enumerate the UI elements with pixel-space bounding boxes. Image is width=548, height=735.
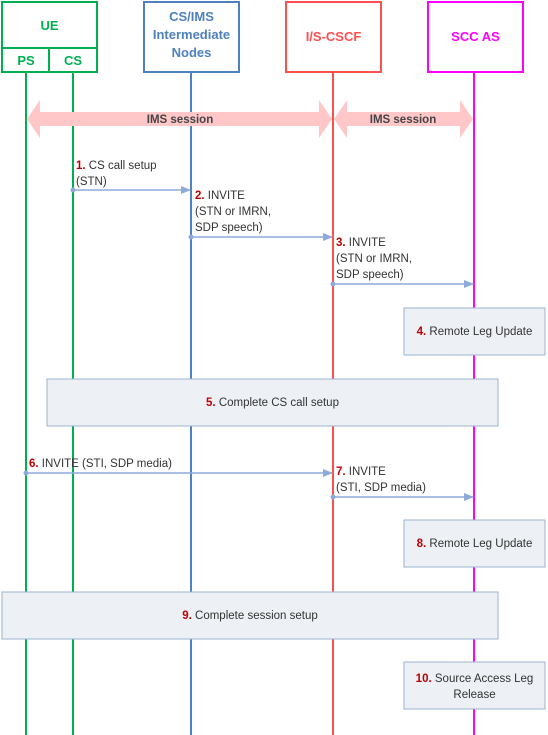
intermediate-label-2: Intermediate bbox=[153, 27, 230, 42]
process-box-step-4: 4. Remote Leg Update bbox=[403, 307, 546, 356]
step-2-line-3: SDP speech) bbox=[195, 222, 263, 234]
message-step-3: 3. INVITE (STN or IMRN, SDP speech) bbox=[330, 237, 474, 288]
step-6-number: 6. bbox=[29, 458, 39, 470]
message-step-7: 7. INVITE (STI, SDP media) bbox=[330, 466, 474, 501]
step-3-line-3: SDP speech) bbox=[336, 269, 404, 281]
intermediate-label-3: Nodes bbox=[172, 45, 212, 60]
cscf-label: I/S-CSCF bbox=[306, 29, 362, 44]
step-9-label: Complete session setup bbox=[195, 610, 318, 622]
step-5-number: 5. bbox=[206, 397, 216, 409]
step-3-number: 3. bbox=[336, 237, 346, 249]
process-box-step-10: 10. Source Access Leg Release bbox=[403, 661, 546, 710]
step-3-line-2: (STN or IMRN, bbox=[336, 253, 412, 265]
step-1-number: 1. bbox=[76, 160, 86, 172]
step-1-line-2: (STN) bbox=[76, 176, 107, 188]
step-1-line-1: CS call setup bbox=[89, 160, 157, 172]
ims-session-label-1: IMS session bbox=[147, 114, 213, 126]
message-step-2: 2. INVITE (STN or IMRN, SDP speech) bbox=[188, 190, 333, 241]
step-10-number: 10. bbox=[416, 673, 432, 685]
svg-text:9. Complete session setup: 9. Complete session setup bbox=[182, 610, 318, 622]
svg-text:1. CS call setup: 1. CS call setup bbox=[76, 160, 157, 172]
participant-intermediate: CS/IMS Intermediate Nodes bbox=[143, 1, 240, 73]
participant-sccas: SCC AS bbox=[427, 1, 524, 73]
participant-ue: UE PS CS bbox=[1, 1, 98, 73]
step-7-line-1: INVITE bbox=[349, 466, 386, 478]
step-5-label: Complete CS call setup bbox=[219, 397, 339, 409]
step-6-line-1: INVITE (STI, SDP media) bbox=[42, 458, 172, 470]
message-step-6: 6. INVITE (STI, SDP media) bbox=[23, 458, 333, 477]
step-8-label: Remote Leg Update bbox=[429, 538, 532, 550]
ue-ps-label: PS bbox=[17, 53, 35, 68]
ue-label: UE bbox=[40, 18, 58, 33]
svg-text:2. INVITE: 2. INVITE bbox=[195, 190, 245, 202]
sequence-diagram: UE PS CS CS/IMS Intermediate Nodes I/S-C… bbox=[1, 1, 546, 735]
step-9-number: 9. bbox=[182, 610, 192, 622]
sccas-label: SCC AS bbox=[451, 29, 500, 44]
svg-text:10. Source Access Leg: 10. Source Access Leg bbox=[416, 673, 534, 685]
svg-text:8. Remote Leg Update: 8. Remote Leg Update bbox=[417, 538, 533, 550]
step-8-number: 8. bbox=[417, 538, 427, 550]
step-2-number: 2. bbox=[195, 190, 205, 202]
step-2-line-1: INVITE bbox=[208, 190, 245, 202]
step-7-number: 7. bbox=[336, 466, 346, 478]
step-2-line-2: (STN or IMRN, bbox=[195, 206, 271, 218]
participant-cscf: I/S-CSCF bbox=[285, 1, 382, 73]
ims-session-label-2: IMS session bbox=[370, 114, 436, 126]
svg-text:7. INVITE: 7. INVITE bbox=[336, 466, 386, 478]
svg-text:4. Remote Leg Update: 4. Remote Leg Update bbox=[417, 326, 533, 338]
step-4-label: Remote Leg Update bbox=[429, 326, 532, 338]
step-7-line-2: (STI, SDP media) bbox=[336, 482, 426, 494]
process-box-step-9: 9. Complete session setup bbox=[1, 591, 499, 640]
message-step-1: 1. CS call setup (STN) bbox=[70, 160, 191, 194]
svg-text:5. Complete CS call setup: 5. Complete CS call setup bbox=[206, 397, 339, 409]
process-box-step-5: 5. Complete CS call setup bbox=[46, 378, 499, 427]
step-3-line-1: INVITE bbox=[349, 237, 386, 249]
ue-cs-label: CS bbox=[64, 53, 82, 68]
intermediate-label-1: CS/IMS bbox=[169, 9, 214, 24]
step-10-label-1: Source Access Leg bbox=[435, 673, 533, 685]
svg-text:6. INVITE (STI, SDP media): 6. INVITE (STI, SDP media) bbox=[29, 458, 172, 470]
step-10-label-2: Release bbox=[453, 689, 495, 701]
step-4-number: 4. bbox=[417, 326, 427, 338]
ims-session-arrow-2: IMS session bbox=[334, 100, 473, 138]
svg-text:3. INVITE: 3. INVITE bbox=[336, 237, 386, 249]
process-box-step-8: 8. Remote Leg Update bbox=[403, 519, 546, 568]
